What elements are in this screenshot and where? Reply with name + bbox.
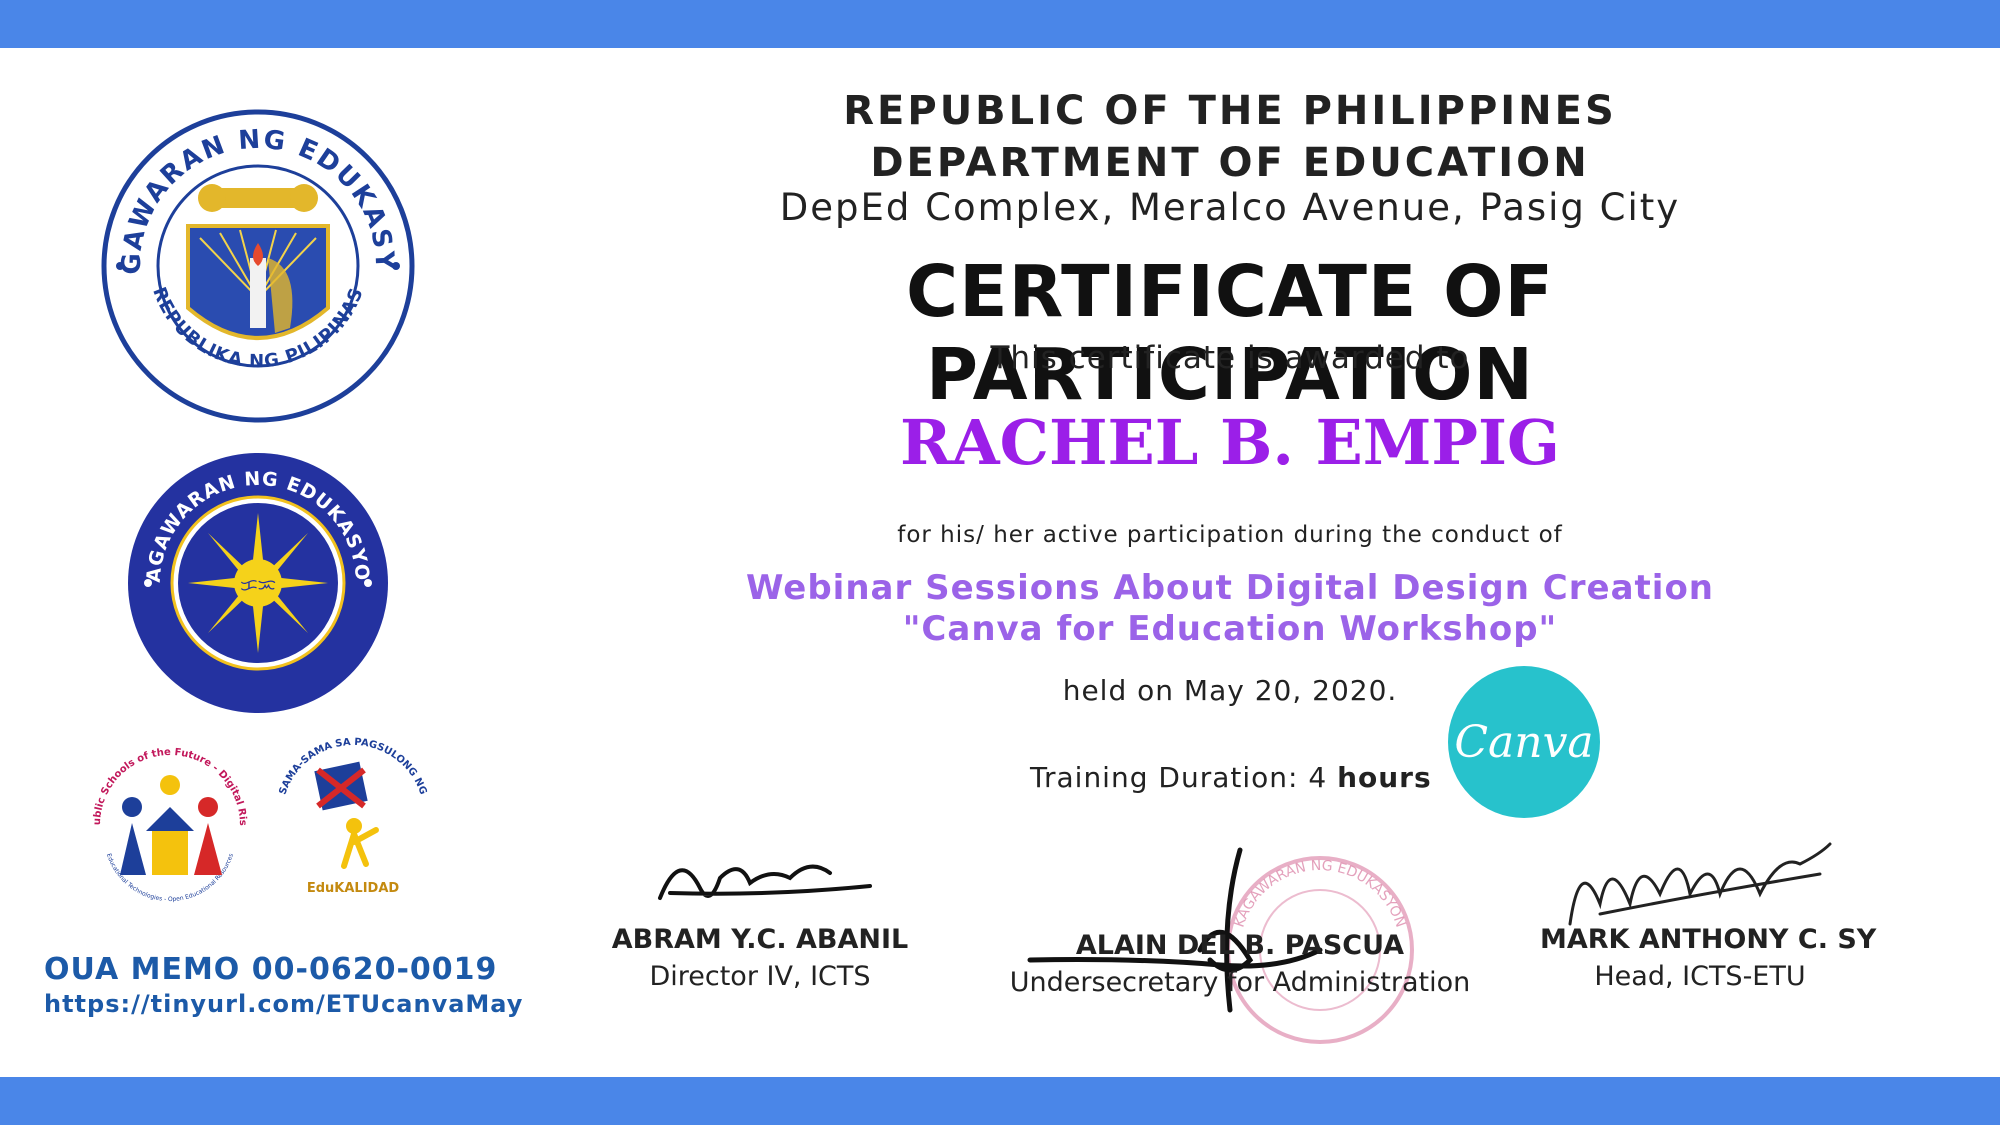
top-border-band <box>0 0 2000 48</box>
deped-seal-logo: KAGAWARAN NG EDUKASYON REPUBLIKA NG PILI… <box>100 108 416 424</box>
signatory-2: KAGAWARAN NG EDUKASYON ALAIN DEL B. PASC… <box>1000 847 1480 1044</box>
duration-unit: hours <box>1337 761 1432 794</box>
certificate-title: CERTIFICATE OF PARTICIPATION <box>906 250 1554 416</box>
signatory-3-name: MARK ANTHONY C. SY <box>1540 924 1877 955</box>
participation-line: for his/ her active participation during… <box>897 522 1563 548</box>
held-date: held on May 20, 2020. <box>1062 674 1398 707</box>
memo-number: OUA MEMO 00-0620-0019 <box>44 952 498 987</box>
signatory-1-title: Director IV, ICTS <box>649 961 871 992</box>
edukalidad-wordmark: EduKALIDAD <box>307 881 400 896</box>
signatory-1-name: ABRAM Y.C. ABANIL <box>611 924 909 955</box>
event-title-line1: Webinar Sessions About Digital Design Cr… <box>745 568 1715 608</box>
canva-logo: Canva <box>1448 666 1600 818</box>
signatory-2-title: Undersecretary for Administration <box>1009 967 1471 998</box>
duration-label: Training Duration: 4 <box>1030 761 1328 794</box>
signatory-3: MARK ANTHONY C. SY Head, ICTS-ETU <box>1540 842 1877 992</box>
public-schools-future-logo: Public Schools of the Future - Digital R… <box>80 735 260 915</box>
event-title-line2: "Canva for Education Workshop" <box>902 609 1558 649</box>
signatory-1: ABRAM Y.C. ABANIL Director IV, ICTS <box>600 864 920 992</box>
bottom-border-band <box>0 1077 2000 1125</box>
signatory-2-name: ALAIN DEL B. PASCUA <box>1075 930 1405 961</box>
canva-wordmark: Canva <box>1454 716 1594 768</box>
header-republic: REPUBLIC OF THE PHILIPPINES <box>843 88 1617 134</box>
svg-text:ᜃᜁ: ᜃᜁ <box>240 575 276 596</box>
signature-1 <box>658 864 872 900</box>
edukalidad-logo: SAMA-SAMA SA PAGSULONG NG EduKALIDAD <box>268 730 438 910</box>
deped-sun-seal-logo: KAGAWARAN NG EDUKASYON ᜃᜁ <box>126 451 390 715</box>
signatory-3-title: Head, ICTS-ETU <box>1594 961 1806 992</box>
awarded-to-line: This certificate is awarded to <box>990 340 1470 376</box>
training-duration: Training Duration: 4 hours <box>1030 761 1432 794</box>
memo-link[interactable]: https://tinyurl.com/ETUcanvaMay <box>44 990 523 1018</box>
header-department: DEPARTMENT OF EDUCATION <box>870 140 1590 186</box>
header-address: DepEd Complex, Meralco Avenue, Pasig Cit… <box>779 186 1681 229</box>
recipient-name: RACHEL B. EMPIG <box>899 406 1561 479</box>
